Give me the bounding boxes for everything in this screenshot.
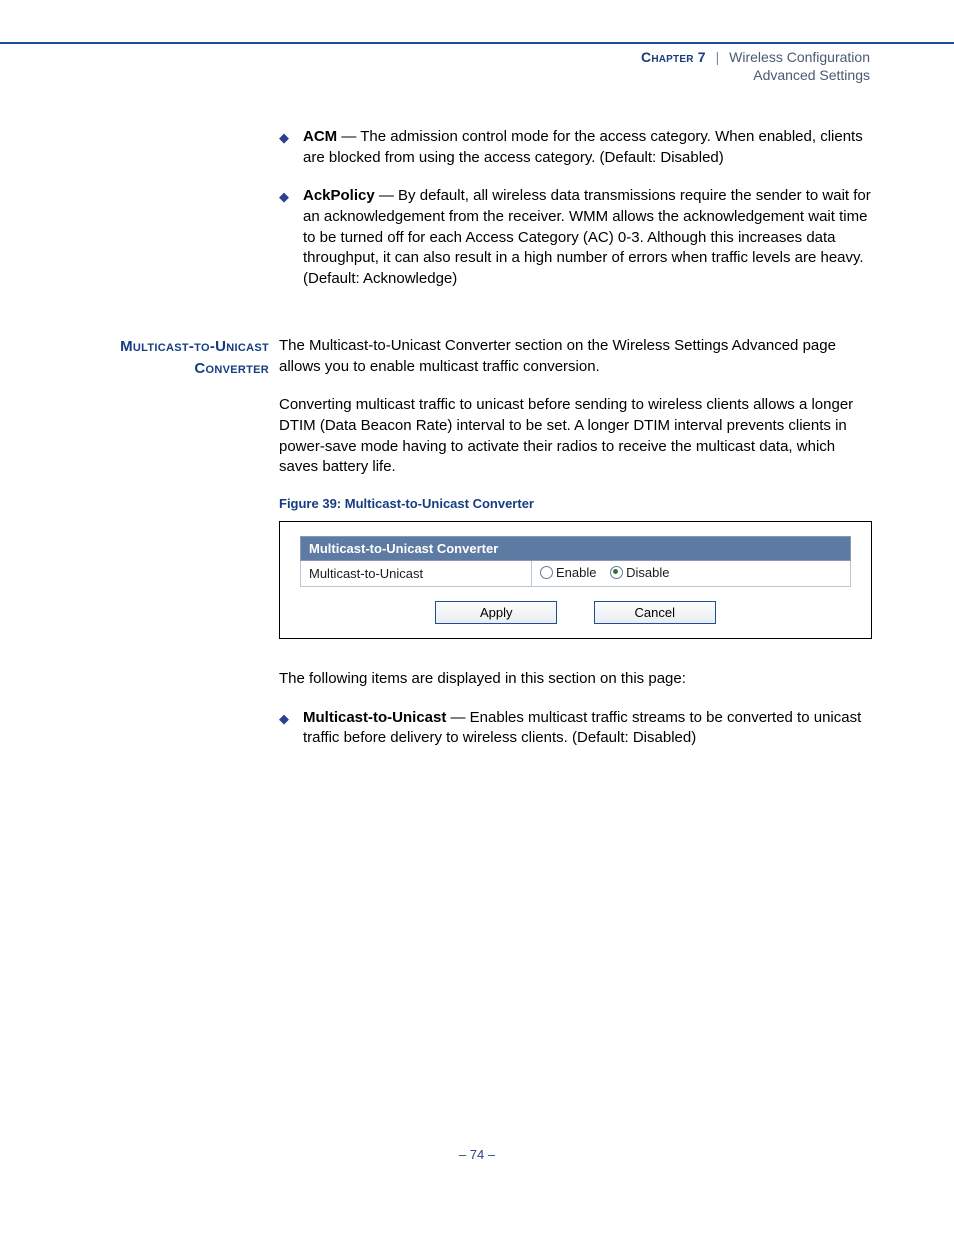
radio-icon bbox=[540, 566, 553, 579]
panel-row-label: Multicast-to-Unicast bbox=[301, 560, 532, 586]
list-item: ◆ AckPolicy — By default, all wireless d… bbox=[279, 186, 872, 289]
radio-disable[interactable]: Disable bbox=[610, 565, 669, 580]
bullet-desc: — By default, all wireless data transmis… bbox=[303, 187, 871, 287]
header-separator: | bbox=[710, 49, 726, 65]
diamond-bullet-icon: ◆ bbox=[279, 708, 303, 749]
section-intro-paragraph: The Multicast-to-Unicast Converter secti… bbox=[279, 336, 872, 377]
radio-enable[interactable]: Enable bbox=[540, 565, 596, 580]
header-line-1: Chapter 7 | Wireless Configuration bbox=[0, 49, 870, 65]
figure-caption: Figure 39: Multicast-to-Unicast Converte… bbox=[279, 496, 872, 511]
diamond-bullet-icon: ◆ bbox=[279, 186, 303, 289]
converter-panel: Multicast-to-Unicast Converter Multicast… bbox=[300, 536, 851, 587]
list-item: ◆ ACM — The admission control mode for t… bbox=[279, 127, 872, 168]
cancel-button[interactable]: Cancel bbox=[594, 601, 716, 624]
section-paragraph: Converting multicast traffic to unicast … bbox=[279, 395, 872, 478]
radio-enable-label: Enable bbox=[556, 565, 596, 580]
apply-button[interactable]: Apply bbox=[435, 601, 557, 624]
post-figure-paragraph: The following items are displayed in thi… bbox=[279, 669, 872, 690]
chapter-title: Wireless Configuration bbox=[729, 49, 870, 65]
top-bullets-block: ◆ ACM — The admission control mode for t… bbox=[82, 119, 872, 308]
panel-radio-cell: Enable Disable bbox=[532, 560, 851, 586]
page: Chapter 7 | Wireless Configuration Advan… bbox=[0, 0, 954, 1192]
section-para-block: Converting multicast traffic to unicast … bbox=[82, 395, 872, 767]
button-row: Apply Cancel bbox=[300, 587, 851, 624]
bullet-term: Multicast-to-Unicast bbox=[303, 709, 446, 726]
diamond-bullet-icon: ◆ bbox=[279, 127, 303, 168]
bullet-term: ACM bbox=[303, 128, 337, 145]
page-header: Chapter 7 | Wireless Configuration Advan… bbox=[0, 42, 954, 83]
chapter-label: Chapter 7 bbox=[641, 49, 706, 65]
page-number: – 74 – bbox=[0, 1147, 954, 1192]
section-heading-block: Multicast-to-Unicast Converter The Multi… bbox=[82, 336, 872, 395]
radio-icon bbox=[610, 566, 623, 579]
page-body: ◆ ACM — The admission control mode for t… bbox=[0, 119, 954, 767]
list-item: ◆ Multicast-to-Unicast — Enables multica… bbox=[279, 708, 872, 749]
section-side-heading: Multicast-to-Unicast Converter bbox=[82, 336, 269, 380]
bullet-term: AckPolicy bbox=[303, 187, 375, 204]
panel-title: Multicast-to-Unicast Converter bbox=[301, 536, 851, 560]
figure-container: Multicast-to-Unicast Converter Multicast… bbox=[279, 521, 872, 639]
radio-disable-label: Disable bbox=[626, 565, 669, 580]
bullet-desc: — The admission control mode for the acc… bbox=[303, 128, 863, 166]
header-section-title: Advanced Settings bbox=[0, 67, 870, 83]
